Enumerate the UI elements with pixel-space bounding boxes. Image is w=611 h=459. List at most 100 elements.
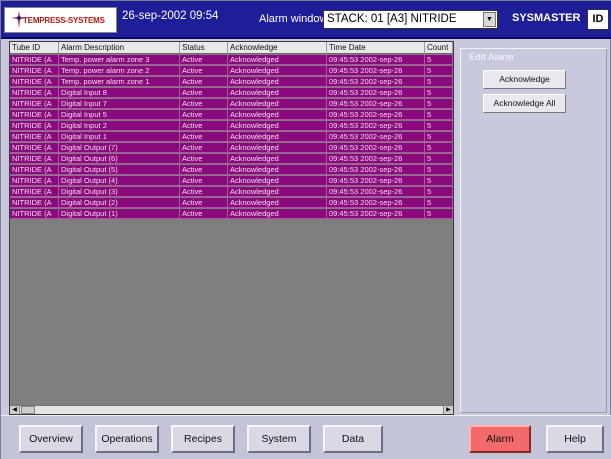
cell-acknowledge: Acknowledged bbox=[228, 143, 327, 153]
logo-text: TEMPRESS-SYSTEMS bbox=[23, 16, 105, 25]
table-row[interactable]: NITRIDE (A Temp. power alarm zone 3 Active… bbox=[10, 55, 453, 65]
cell-status: Active bbox=[180, 110, 228, 120]
table-row[interactable]: NITRIDE (A Digital Output (2) Active Acknow… bbox=[10, 198, 453, 208]
cell-alarm-description: Digital Input 2 bbox=[59, 121, 180, 131]
table-row[interactable]: NITRIDE (A Digital Output (4) Active Acknow… bbox=[10, 176, 453, 186]
cell-acknowledge: Acknowledged bbox=[228, 187, 327, 197]
cell-acknowledge: Acknowledged bbox=[228, 198, 327, 208]
edit-alarm-title: Edit Alarm bbox=[467, 52, 516, 62]
cell-time-date: 09:45:53 2002-sep-26 bbox=[327, 154, 425, 164]
column-header-time-date[interactable]: Time Date bbox=[327, 42, 425, 54]
cell-tube-id: NITRIDE (A bbox=[10, 132, 59, 142]
cell-count: 5 bbox=[425, 66, 453, 76]
arrow-left-icon[interactable]: ◀ bbox=[10, 406, 20, 414]
cell-status: Active bbox=[180, 198, 228, 208]
cell-time-date: 09:45:53 2002-sep-26 bbox=[327, 88, 425, 98]
cell-tube-id: NITRIDE (A bbox=[10, 154, 59, 164]
cell-tube-id: NITRIDE (A bbox=[10, 209, 59, 219]
cell-alarm-description: Digital Output (6) bbox=[59, 154, 180, 164]
table-row[interactable]: NITRIDE (A Digital Input 2 Active Acknowled… bbox=[10, 121, 453, 131]
id-button[interactable]: ID bbox=[587, 9, 609, 30]
cell-tube-id: NITRIDE (A bbox=[10, 187, 59, 197]
nav-operations-button[interactable]: Operations bbox=[95, 425, 159, 453]
cell-tube-id: NITRIDE (A bbox=[10, 165, 59, 175]
cell-acknowledge: Acknowledged bbox=[228, 66, 327, 76]
cell-alarm-description: Digital Output (3) bbox=[59, 187, 180, 197]
nav-recipes-button[interactable]: Recipes bbox=[171, 425, 235, 453]
cell-tube-id: NITRIDE (A bbox=[10, 176, 59, 186]
table-row[interactable]: NITRIDE (A Digital Input 1 Active Acknowled… bbox=[10, 132, 453, 142]
table-row[interactable]: NITRIDE (A Temp. power alarm zone 2 Active… bbox=[10, 66, 453, 76]
nav-help-button[interactable]: Help bbox=[546, 425, 604, 453]
cell-status: Active bbox=[180, 187, 228, 197]
table-row[interactable]: NITRIDE (A Digital Input 5 Active Acknowled… bbox=[10, 110, 453, 120]
cell-alarm-description: Digital Output (7) bbox=[59, 143, 180, 153]
cell-time-date: 09:45:53 2002-sep-26 bbox=[327, 55, 425, 65]
table-row[interactable]: NITRIDE (A Digital Output (6) Active Acknow… bbox=[10, 154, 453, 164]
cell-acknowledge: Acknowledged bbox=[228, 165, 327, 175]
cell-acknowledge: Acknowledged bbox=[228, 121, 327, 131]
cell-status: Active bbox=[180, 66, 228, 76]
nav-data-button[interactable]: Data bbox=[323, 425, 383, 453]
alarm-list-header: Tube ID Alarm Description Status Acknowl… bbox=[10, 42, 453, 54]
table-row[interactable]: NITRIDE (A Digital Output (7) Active Acknow… bbox=[10, 143, 453, 153]
cell-count: 5 bbox=[425, 187, 453, 197]
nav-system-button[interactable]: System bbox=[247, 425, 311, 453]
cell-alarm-description: Temp. power alarm zone 2 bbox=[59, 66, 180, 76]
cell-status: Active bbox=[180, 55, 228, 65]
header-bar: TEMPRESS-SYSTEMS 26-sep-2002 09:54 Alarm… bbox=[1, 1, 611, 39]
cell-count: 5 bbox=[425, 99, 453, 109]
stack-select[interactable]: STACK: 01 [A3] NITRIDE ▼ bbox=[323, 10, 498, 29]
nav-alarm-button[interactable]: Alarm bbox=[469, 425, 531, 453]
table-row[interactable]: NITRIDE (A Digital Input 7 Active Acknowled… bbox=[10, 99, 453, 109]
cell-alarm-description: Temp. power alarm zone 1 bbox=[59, 77, 180, 87]
cell-acknowledge: Acknowledged bbox=[228, 176, 327, 186]
cell-status: Active bbox=[180, 77, 228, 87]
nav-overview-button[interactable]: Overview bbox=[19, 425, 83, 453]
table-row[interactable]: NITRIDE (A Digital Output (1) Active Acknow… bbox=[10, 209, 453, 219]
cell-alarm-description: Digital Input 7 bbox=[59, 99, 180, 109]
logo: TEMPRESS-SYSTEMS bbox=[4, 7, 117, 33]
cell-tube-id: NITRIDE (A bbox=[10, 121, 59, 131]
chevron-down-icon[interactable]: ▼ bbox=[483, 12, 496, 27]
scrollbar-thumb[interactable] bbox=[21, 406, 35, 414]
acknowledge-all-button[interactable]: Acknowledge All bbox=[483, 94, 566, 113]
cell-acknowledge: Acknowledged bbox=[228, 209, 327, 219]
acknowledge-button[interactable]: Acknowledge bbox=[483, 70, 566, 89]
cell-status: Active bbox=[180, 121, 228, 131]
table-row[interactable]: NITRIDE (A Digital Output (5) Active Acknow… bbox=[10, 165, 453, 175]
cell-status: Active bbox=[180, 132, 228, 142]
column-header-tube-id[interactable]: Tube ID bbox=[10, 42, 59, 54]
cell-alarm-description: Digital Output (5) bbox=[59, 165, 180, 175]
cell-count: 5 bbox=[425, 143, 453, 153]
column-header-alarm-description[interactable]: Alarm Description bbox=[59, 42, 180, 54]
cell-acknowledge: Acknowledged bbox=[228, 110, 327, 120]
alarm-list[interactable]: Tube ID Alarm Description Status Acknowl… bbox=[9, 41, 454, 415]
table-row[interactable]: NITRIDE (A Digital Input 8 Active Acknowled… bbox=[10, 88, 453, 98]
table-row[interactable]: NITRIDE (A Temp. power alarm zone 1 Active… bbox=[10, 77, 453, 87]
cell-time-date: 09:45:53 2002-sep-26 bbox=[327, 66, 425, 76]
column-header-status[interactable]: Status bbox=[180, 42, 228, 54]
table-row[interactable]: NITRIDE (A Digital Output (3) Active Acknow… bbox=[10, 187, 453, 197]
cell-alarm-description: Digital Input 5 bbox=[59, 110, 180, 120]
horizontal-scrollbar[interactable]: ◀ ▶ bbox=[10, 405, 453, 414]
cell-count: 5 bbox=[425, 110, 453, 120]
column-header-acknowledge[interactable]: Acknowledge bbox=[228, 42, 327, 54]
column-header-count[interactable]: Count bbox=[425, 42, 453, 54]
arrow-right-icon[interactable]: ▶ bbox=[443, 406, 453, 414]
cell-count: 5 bbox=[425, 121, 453, 131]
cell-count: 5 bbox=[425, 165, 453, 175]
cell-tube-id: NITRIDE (A bbox=[10, 143, 59, 153]
cell-tube-id: NITRIDE (A bbox=[10, 55, 59, 65]
cell-time-date: 09:45:53 2002-sep-26 bbox=[327, 165, 425, 175]
cell-time-date: 09:45:53 2002-sep-26 bbox=[327, 143, 425, 153]
cell-count: 5 bbox=[425, 198, 453, 208]
cell-time-date: 09:45:53 2002-sep-26 bbox=[327, 110, 425, 120]
cell-time-date: 09:45:53 2002-sep-26 bbox=[327, 99, 425, 109]
cell-count: 5 bbox=[425, 176, 453, 186]
cell-alarm-description: Digital Output (1) bbox=[59, 209, 180, 219]
cell-count: 5 bbox=[425, 154, 453, 164]
cell-acknowledge: Acknowledged bbox=[228, 154, 327, 164]
alarm-window: TEMPRESS-SYSTEMS 26-sep-2002 09:54 Alarm… bbox=[0, 0, 611, 459]
cell-tube-id: NITRIDE (A bbox=[10, 198, 59, 208]
